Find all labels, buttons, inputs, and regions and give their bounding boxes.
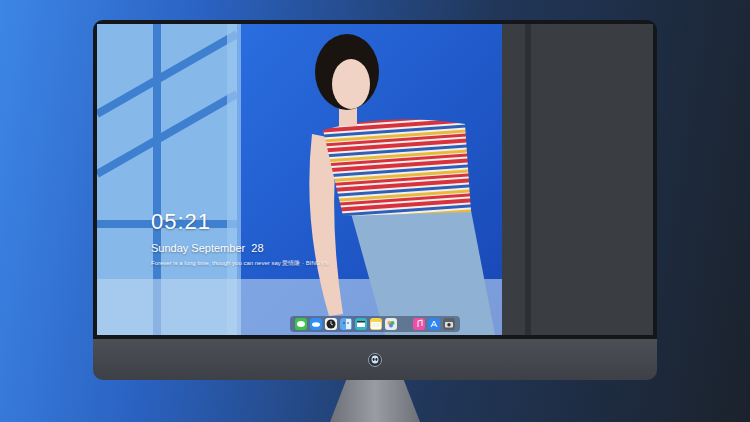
- page: 05:21 Sunday September 28 Forever is a lon…: [0, 0, 750, 422]
- music-icon[interactable]: [413, 318, 425, 330]
- monitor: 05:21 Sunday September 28 Forever is a lon…: [93, 20, 657, 422]
- screen: 05:21 Sunday September 28 Forever is a lon…: [97, 24, 653, 335]
- notes-icon[interactable]: [370, 318, 382, 330]
- cloud-icon[interactable]: [310, 318, 322, 330]
- photos-icon[interactable]: [385, 318, 397, 330]
- finder-icon[interactable]: [340, 318, 352, 330]
- monitor-chin: [93, 339, 657, 380]
- clock-icon[interactable]: [325, 318, 337, 330]
- quote: Forever is a long time, though you can n…: [151, 259, 329, 268]
- store-icon[interactable]: [428, 318, 440, 330]
- monitor-stand: [330, 380, 420, 422]
- date: Sunday September 28: [151, 241, 329, 256]
- clock: 05:21: [151, 209, 329, 235]
- video-icon[interactable]: [355, 318, 367, 330]
- brand-logo-icon: [368, 353, 382, 367]
- dock: [290, 316, 460, 332]
- dock-separator: [400, 318, 410, 330]
- wallpaper-photo: [97, 24, 653, 335]
- monitor-bezel: 05:21 Sunday September 28 Forever is a lon…: [93, 20, 657, 339]
- lock-info: 05:21 Sunday September 28 Forever is a lon…: [151, 209, 329, 268]
- messages-icon[interactable]: [295, 318, 307, 330]
- camera-icon[interactable]: [443, 318, 455, 330]
